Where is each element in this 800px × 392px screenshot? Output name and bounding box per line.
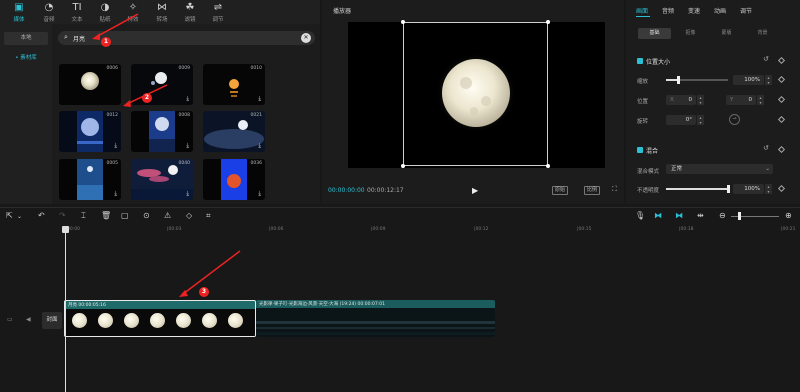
annotation-marker: 1 — [101, 37, 111, 47]
annotation-marker: 2 — [142, 93, 152, 103]
annotation-marker: 3 — [199, 287, 209, 297]
annotation-overlay — [92, 13, 241, 297]
